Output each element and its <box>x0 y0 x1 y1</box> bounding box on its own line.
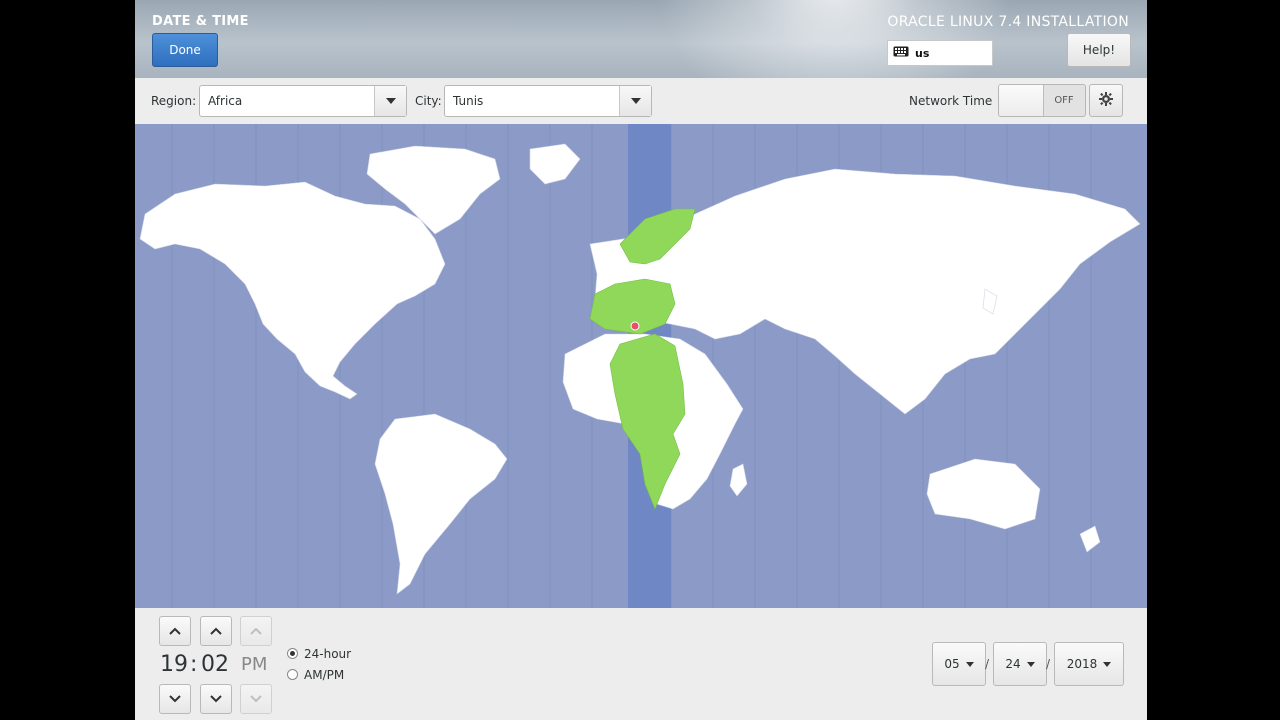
help-button[interactable]: Help! <box>1067 33 1131 67</box>
ntp-config-button[interactable] <box>1089 84 1123 117</box>
network-time-label: Network Time <box>909 94 993 108</box>
format-24h-radio[interactable] <box>287 648 298 659</box>
spoke-header: DATE & TIME Done ORACLE LINUX 7.4 INSTAL… <box>135 0 1147 78</box>
chevron-down-icon <box>210 695 222 703</box>
chevron-down-icon <box>169 695 181 703</box>
month-value: 05 <box>944 657 960 671</box>
chevron-down-icon <box>1103 661 1112 667</box>
keyboard-layout-indicator[interactable]: us <box>887 40 993 66</box>
chevron-up-icon <box>210 627 222 635</box>
year-value: 2018 <box>1066 657 1098 671</box>
minute-down-button[interactable] <box>200 684 232 714</box>
date-separator: / <box>985 657 990 671</box>
region-dropdown-button[interactable] <box>374 86 406 116</box>
chevron-down-icon <box>250 695 262 703</box>
month-dropdown[interactable]: 05 <box>932 642 986 686</box>
hour-up-button[interactable] <box>159 616 191 646</box>
done-button[interactable]: Done <box>152 33 218 67</box>
year-dropdown[interactable]: 2018 <box>1054 642 1124 686</box>
city-combo[interactable]: Tunis <box>444 85 652 117</box>
ampm-value: PM <box>241 654 268 675</box>
date-separator: / <box>1046 657 1051 671</box>
switch-state-label: OFF <box>1054 95 1074 106</box>
minute-up-button[interactable] <box>200 616 232 646</box>
product-title: ORACLE LINUX 7.4 INSTALLATION <box>887 14 1129 30</box>
timezone-toolbar: Region: Africa City: Tunis Network Time … <box>135 78 1147 124</box>
chevron-down-icon <box>1026 661 1035 667</box>
region-combo[interactable]: Africa <box>199 85 407 117</box>
network-time-switch[interactable]: OFF <box>998 84 1086 117</box>
region-value: Africa <box>208 94 243 108</box>
chevron-down-icon <box>630 98 641 104</box>
city-label: City: <box>415 94 442 108</box>
date-time-controls: 19 : 02 PM 24-hour AM/PM 05 / 24 / 2018 <box>135 608 1147 720</box>
format-24h-label: 24-hour <box>304 647 352 661</box>
chevron-up-icon <box>250 627 262 635</box>
time-separator: : <box>190 652 198 677</box>
ampm-up-button[interactable] <box>240 616 272 646</box>
format-ampm-radio[interactable] <box>287 669 298 680</box>
chevron-down-icon <box>385 98 396 104</box>
city-marker <box>630 321 640 331</box>
ampm-down-button[interactable] <box>240 684 272 714</box>
hour-value: 19 <box>160 652 188 677</box>
format-ampm-label: AM/PM <box>304 668 345 682</box>
switch-knob <box>999 85 1044 116</box>
timezone-map[interactable] <box>135 124 1147 608</box>
gear-icon <box>1099 92 1113 109</box>
day-value: 24 <box>1005 657 1021 671</box>
keyboard-layout-label: us <box>915 46 930 60</box>
header-background-glow <box>655 0 1015 78</box>
day-dropdown[interactable]: 24 <box>993 642 1047 686</box>
chevron-up-icon <box>169 627 181 635</box>
city-dropdown-button[interactable] <box>619 86 651 116</box>
keyboard-icon <box>893 46 909 60</box>
minute-value: 02 <box>201 652 229 677</box>
hour-down-button[interactable] <box>159 684 191 714</box>
chevron-down-icon <box>965 661 974 667</box>
city-value: Tunis <box>453 94 484 108</box>
page-title: DATE & TIME <box>152 14 249 29</box>
installer-window: DATE & TIME Done ORACLE LINUX 7.4 INSTAL… <box>135 0 1147 720</box>
region-label: Region: <box>151 94 197 108</box>
